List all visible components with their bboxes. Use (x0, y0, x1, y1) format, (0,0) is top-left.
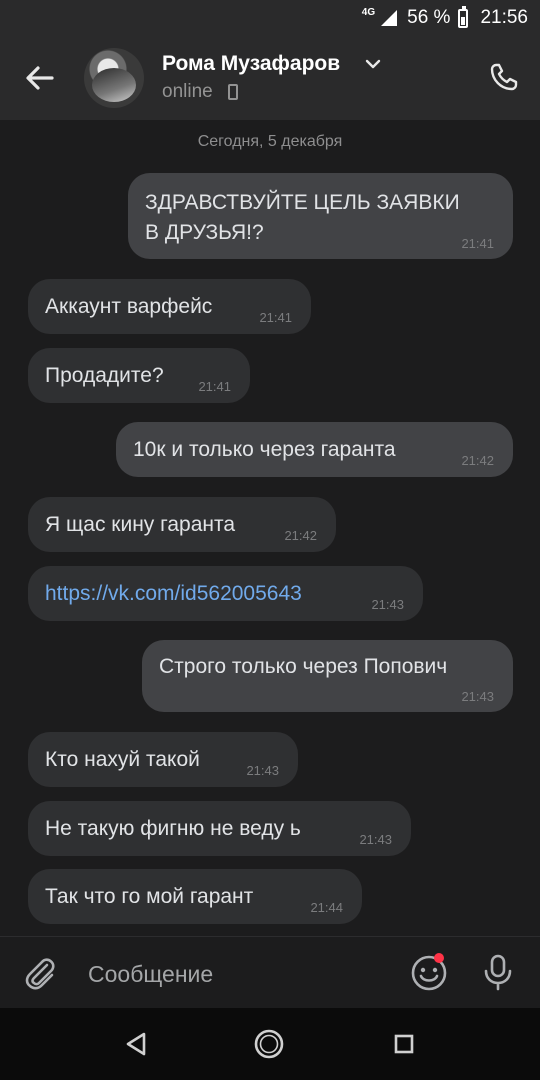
message-bubble-incoming[interactable]: Не такую фигню не веду ь 21:43 (28, 801, 411, 856)
message-text: 10к и только через гаранта (133, 438, 396, 461)
battery-percent: 56 % (407, 7, 451, 28)
notification-dot (434, 953, 444, 963)
contact-name[interactable]: Рома Музафаров (162, 52, 340, 76)
message-bubble-incoming[interactable]: Кто нахуй такой 21:43 (28, 732, 298, 787)
message-bubble-incoming[interactable]: Я щас кину гаранта 21:42 (28, 497, 336, 552)
message-bubble-incoming[interactable]: https://vk.com/id562005643 21:43 (28, 566, 423, 621)
microphone-icon[interactable] (480, 953, 516, 991)
system-nav-bar (0, 1008, 540, 1080)
chat-header: Рома Музафаров online (0, 36, 540, 120)
message-composer (0, 936, 540, 1009)
status-bar: 4G 56 % 21:56 (0, 0, 540, 36)
network-type: 4G (361, 6, 376, 18)
message-bubble-incoming[interactable]: Аккаунт варфейс 21:41 (28, 279, 311, 334)
message-bubble-outgoing[interactable]: Строго только через Попович 21:43 (142, 640, 513, 712)
message-time: 21:43 (246, 763, 279, 778)
message-bubble-incoming[interactable]: Так что го мой гарант 21:44 (28, 869, 362, 924)
message-text: Кто нахуй такой (45, 748, 200, 771)
message-time: 21:43 (371, 597, 404, 612)
nav-back-icon[interactable] (122, 1030, 150, 1058)
message-bubble-outgoing[interactable]: 10к и только через гаранта 21:42 (116, 422, 513, 477)
battery-icon (458, 5, 469, 28)
message-text: Строго только через Попович (159, 655, 448, 678)
message-bubble-outgoing[interactable]: ЗДРАВСТВУЙТЕ ЦЕЛЬ ЗАЯВКИ В ДРУЗЬЯ!? 21:4… (128, 173, 513, 259)
date-separator: Сегодня, 5 декабря (197, 133, 343, 150)
chevron-down-icon[interactable] (364, 58, 382, 70)
clock: 21:56 (480, 7, 528, 28)
status-icons: 4G 56 % 21:56 (362, 0, 528, 36)
message-text: Я щас кину гаранта (45, 513, 236, 536)
message-text: Не такую фигню не веду ь (45, 817, 301, 840)
message-time: 21:41 (259, 310, 292, 325)
message-time: 21:43 (359, 832, 392, 847)
mobile-icon (228, 84, 238, 100)
message-link[interactable]: https://vk.com/id562005643 (45, 579, 302, 609)
message-text: ЗДРАВСТВУЙТЕ ЦЕЛЬ ЗАЯВКИ В ДРУЗЬЯ!? (145, 191, 460, 244)
message-text: Аккаунт варфейс (45, 295, 213, 318)
nav-recents-icon[interactable] (394, 1034, 414, 1054)
message-time: 21:44 (310, 900, 343, 915)
arrow-left-icon[interactable] (22, 60, 58, 96)
message-time: 21:42 (284, 528, 317, 543)
message-text: Продадите? (45, 364, 164, 387)
message-bubble-incoming[interactable]: Продадите? 21:41 (28, 348, 250, 403)
message-text: Так что го мой гарант (45, 885, 254, 908)
phone-icon[interactable] (489, 62, 519, 92)
contact-status: online (162, 81, 213, 102)
message-time: 21:41 (461, 236, 494, 251)
paperclip-icon[interactable] (22, 955, 58, 991)
avatar[interactable] (84, 48, 144, 108)
nav-home-icon[interactable] (253, 1028, 285, 1060)
message-time: 21:42 (461, 453, 494, 468)
message-time: 21:43 (461, 689, 494, 704)
message-input[interactable] (86, 955, 390, 993)
message-time: 21:41 (198, 379, 231, 394)
signal-icon (381, 10, 398, 26)
